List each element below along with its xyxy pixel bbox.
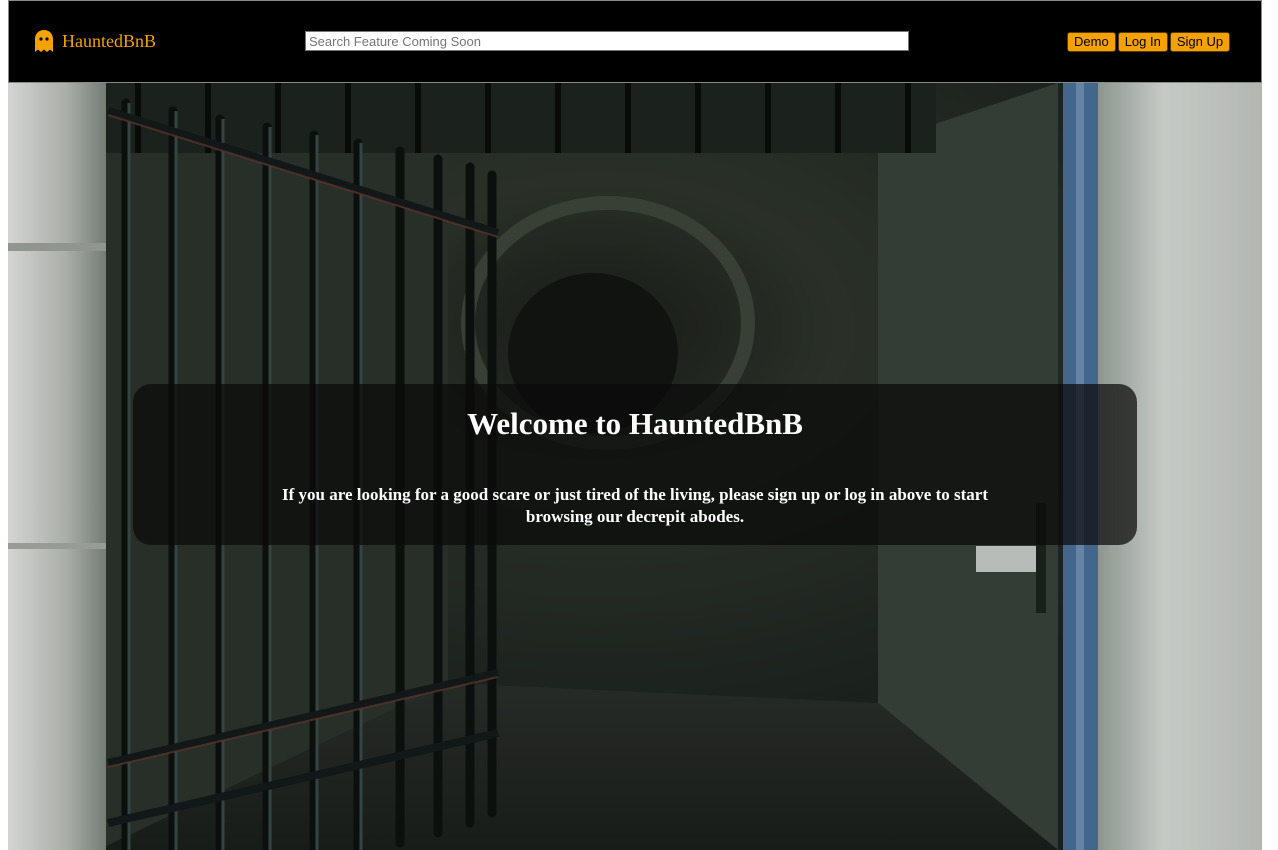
login-button[interactable]: Log In <box>1117 32 1168 52</box>
demo-button[interactable]: Demo <box>1067 32 1116 52</box>
welcome-message: If you are looking for a good scare or j… <box>282 485 988 526</box>
welcome-panel: Welcome to HauntedBnB If you are looking… <box>133 384 1137 545</box>
search-input[interactable] <box>305 31 909 51</box>
auth-buttons: Demo Log In Sign Up <box>1067 32 1231 52</box>
welcome-title: Welcome to HauntedBnB <box>467 406 803 441</box>
signup-button[interactable]: Sign Up <box>1169 32 1231 52</box>
app-frame: HauntedBnB Demo Log In Sign Up <box>8 0 1262 850</box>
ghost-icon <box>34 29 54 53</box>
hero-section: Welcome to HauntedBnB If you are looking… <box>8 83 1262 850</box>
top-navbar: HauntedBnB Demo Log In Sign Up <box>8 0 1262 83</box>
brand-name: HauntedBnB <box>62 30 156 51</box>
home-link[interactable]: HauntedBnB <box>34 27 156 55</box>
